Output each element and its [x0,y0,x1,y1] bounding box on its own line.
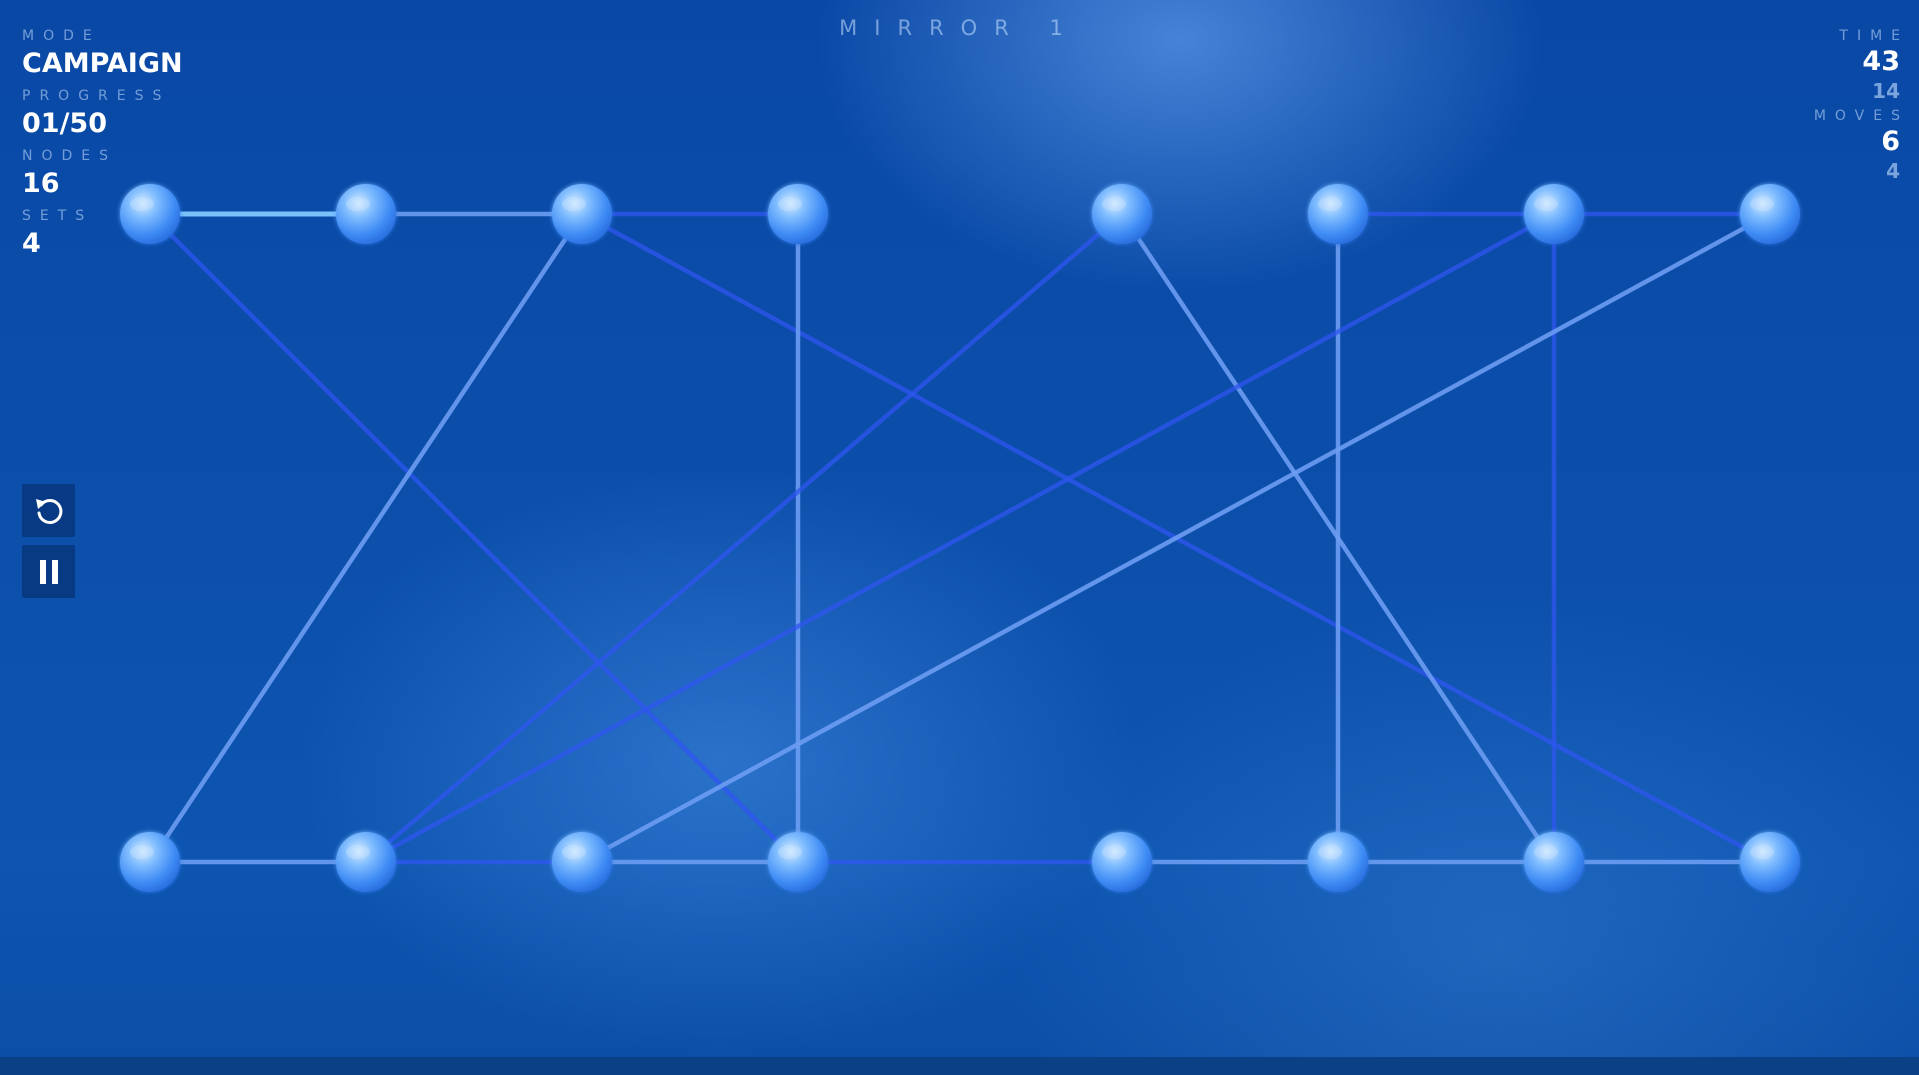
node-b6-highlight [1318,845,1342,859]
node-b7[interactable] [1524,832,1584,892]
node-t6-highlight [1318,197,1342,211]
node-t3-orb[interactable] [552,184,612,244]
node-t8[interactable] [1740,184,1800,244]
node-b3[interactable] [552,832,612,892]
node-b1[interactable] [120,832,180,892]
edge-t7-b2 [363,211,1557,865]
edge-t1-b4 [147,211,801,865]
node-t4-highlight [778,197,802,211]
node-t1[interactable] [120,184,180,244]
node-b2-highlight [346,845,370,859]
node-t3-highlight [562,197,586,211]
node-b8-orb[interactable] [1740,832,1800,892]
node-t2-highlight [346,197,370,211]
node-b2-orb[interactable] [336,832,396,892]
node-t2-orb[interactable] [336,184,396,244]
node-t2[interactable] [336,184,396,244]
node-t6-orb[interactable] [1308,184,1368,244]
node-b7-highlight [1534,845,1558,859]
node-b4-highlight [778,845,802,859]
node-b1-highlight [130,845,154,859]
node-t5[interactable] [1092,184,1152,244]
node-t4[interactable] [768,184,828,244]
node-b6-orb[interactable] [1308,832,1368,892]
node-b4[interactable] [768,832,828,892]
node-b2[interactable] [336,832,396,892]
node-b6[interactable] [1308,832,1368,892]
node-b5-orb[interactable] [1092,832,1152,892]
edge-t3-b1 [147,211,585,865]
edges-layer [147,211,1773,865]
node-t1-orb[interactable] [120,184,180,244]
node-t1-highlight [130,197,154,211]
node-t5-highlight [1102,197,1126,211]
node-b4-orb[interactable] [768,832,828,892]
node-t8-orb[interactable] [1740,184,1800,244]
node-b5-highlight [1102,845,1126,859]
node-t7[interactable] [1524,184,1584,244]
node-b8-highlight [1750,845,1774,859]
node-t5-orb[interactable] [1092,184,1152,244]
node-b5[interactable] [1092,832,1152,892]
node-b3-orb[interactable] [552,832,612,892]
node-b1-orb[interactable] [120,832,180,892]
node-t3[interactable] [552,184,612,244]
node-t6[interactable] [1308,184,1368,244]
node-b3-highlight [562,845,586,859]
node-t7-orb[interactable] [1524,184,1584,244]
edge-t5-b2 [363,211,1125,865]
node-t4-orb[interactable] [768,184,828,244]
node-t7-highlight [1534,197,1558,211]
node-b7-orb[interactable] [1524,832,1584,892]
node-t8-highlight [1750,197,1774,211]
node-b8[interactable] [1740,832,1800,892]
puzzle-board[interactable] [0,0,1919,1075]
